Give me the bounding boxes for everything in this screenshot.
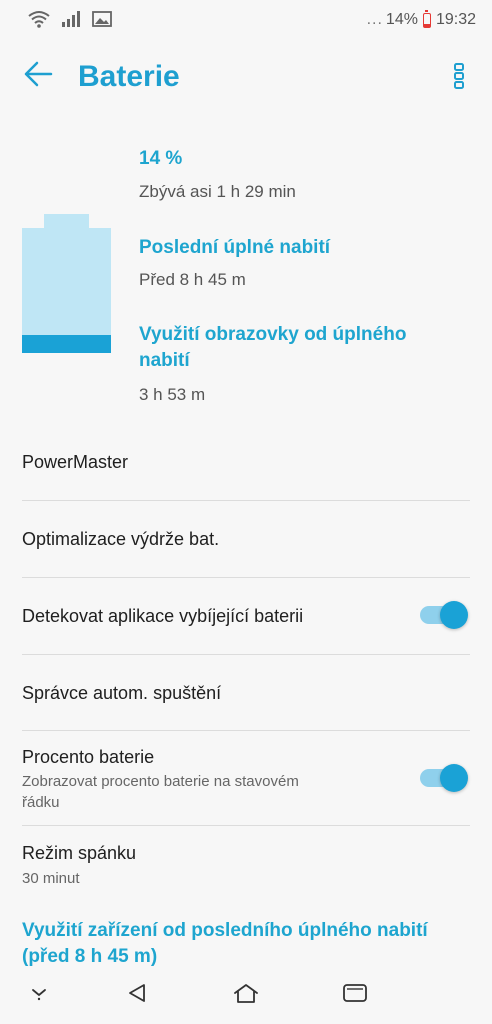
toggle-knob [440, 764, 468, 792]
arrow-left-icon [23, 60, 53, 93]
remaining-time: Zbývá asi 1 h 29 min [139, 182, 296, 201]
powermaster-item[interactable]: PowerMaster [0, 430, 492, 500]
back-button[interactable] [18, 56, 58, 96]
image-notification-icon [92, 10, 112, 33]
app-bar: Baterie [0, 40, 492, 118]
detect-drain-apps-item[interactable]: Detekovat aplikace vybíjející baterii [0, 578, 492, 654]
device-usage-section-title: Využití zařízení od posledního úplného n… [22, 920, 428, 966]
battery-icon [422, 9, 431, 28]
battery-body [22, 228, 111, 353]
status-bar: ... 14% 19:32 [0, 0, 492, 40]
screen-usage-value: 3 h 53 m [139, 385, 206, 404]
screen-usage-label: Využití obrazovky od úplného nabití [139, 324, 407, 371]
detect-drain-apps-label: Detekovat aplikace vybíjející baterii [22, 606, 304, 626]
autostart-manager-label: Správce autom. spuštění [22, 683, 222, 703]
battery-optimization-label: Optimalizace výdrže bat. [22, 529, 220, 549]
battery-percentage-item[interactable]: Procento baterie Zobrazovat procento bat… [0, 731, 492, 825]
battery-percent-text: 14% [385, 11, 418, 28]
back-nav-button[interactable] [120, 980, 154, 1010]
status-icons-right: ... 14% 19:32 [366, 9, 476, 29]
more-vert-icon [453, 62, 465, 95]
battery-level-fill [22, 335, 111, 353]
battery-optimization-item[interactable]: Optimalizace výdrže bat. [0, 501, 492, 577]
battery-percentage-label: Procento baterie [22, 747, 155, 767]
navigation-bar [0, 966, 492, 1024]
signal-icon [60, 10, 82, 33]
battery-percent: 14 % [139, 148, 183, 169]
page-title: Baterie [78, 60, 180, 93]
hide-nav-button[interactable] [22, 980, 56, 1010]
battery-level-graphic [22, 214, 111, 353]
recent-apps-icon [341, 982, 369, 1009]
autostart-manager-item[interactable]: Správce autom. spuštění [0, 655, 492, 730]
battery-cap [44, 214, 89, 228]
sleep-mode-item[interactable]: Režim spánku 30 minut [0, 826, 492, 906]
overflow-menu-button[interactable] [444, 60, 474, 96]
back-triangle-icon [126, 982, 148, 1009]
detect-drain-apps-toggle[interactable] [420, 601, 468, 629]
battery-percentage-toggle[interactable] [420, 764, 468, 792]
chevron-down-icon [29, 985, 49, 1006]
powermaster-label: PowerMaster [22, 452, 129, 472]
sleep-mode-label: Režim spánku [22, 843, 137, 863]
battery-percentage-description: Zobrazovat procento baterie na stavovém … [22, 773, 299, 811]
sleep-mode-value: 30 minut [22, 870, 80, 887]
home-nav-button[interactable] [229, 980, 263, 1010]
clock: 19:32 [435, 11, 476, 28]
more-notifications-indicator: ... [366, 11, 383, 28]
last-full-charge-label: Poslední úplné nabití [139, 237, 331, 258]
wifi-icon [28, 10, 50, 33]
recent-apps-nav-button[interactable] [338, 980, 372, 1010]
status-icons-left [28, 10, 112, 33]
last-full-charge-value: Před 8 h 45 m [139, 270, 246, 289]
home-icon [232, 982, 260, 1009]
toggle-knob [440, 601, 468, 629]
